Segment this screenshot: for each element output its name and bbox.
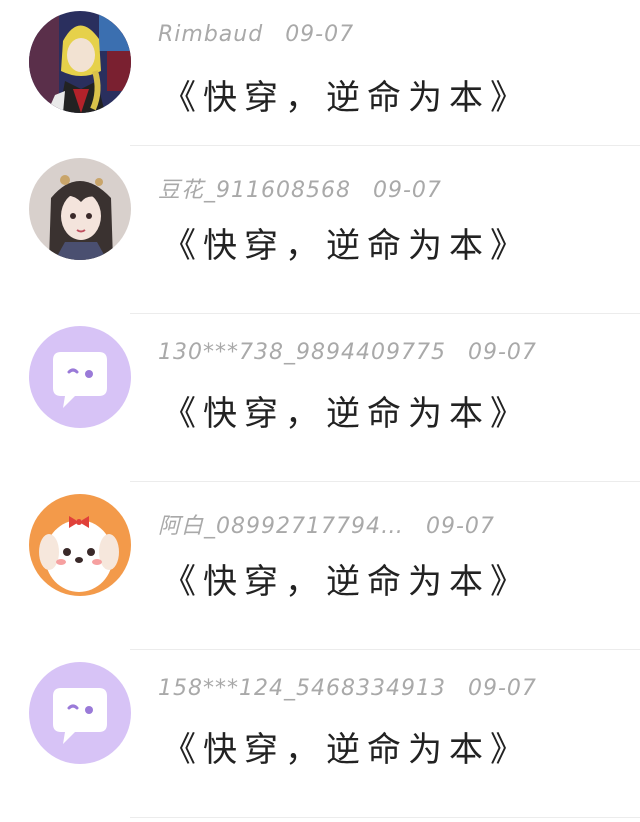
default-chat-avatar-icon — [29, 326, 131, 428]
comment-item[interactable]: 阿白_08992717794… 09-07 《快穿，逆命为本》 — [0, 482, 640, 650]
user-avatar[interactable] — [29, 662, 131, 764]
username[interactable]: 158***124_5468334913 — [158, 676, 446, 701]
comment-date: 09-07 — [425, 514, 495, 539]
user-avatar[interactable] — [29, 158, 131, 260]
user-avatar[interactable] — [29, 494, 131, 596]
username[interactable]: 阿白_08992717794… — [158, 514, 404, 539]
comment-text: 《快穿，逆命为本》 — [162, 730, 531, 770]
comment-meta: 130***738_9894409775 09-07 — [158, 340, 537, 365]
anime-girl-avatar-icon — [29, 158, 131, 260]
comment-meta: 158***124_5468334913 09-07 — [158, 676, 537, 701]
comment-item[interactable]: 豆花_911608568 09-07 《快穿，逆命为本》 — [0, 146, 640, 314]
user-avatar[interactable] — [29, 326, 131, 428]
anime-boy-avatar-icon — [29, 11, 131, 113]
comment-text: 《快穿，逆命为本》 — [162, 226, 531, 266]
comment-item[interactable]: 130***738_9894409775 09-07 《快穿，逆命为本》 — [0, 314, 640, 482]
comment-date: 09-07 — [372, 178, 442, 203]
comment-text: 《快穿，逆命为本》 — [162, 394, 531, 434]
comment-list: Rimbaud 09-07 《快穿，逆命为本》 豆花_911608568 09-07… — [0, 0, 640, 822]
comment-meta: 阿白_08992717794… 09-07 — [158, 508, 495, 540]
comment-date: 09-07 — [467, 340, 537, 365]
comment-date: 09-07 — [467, 676, 537, 701]
username[interactable]: 豆花_911608568 — [158, 178, 351, 203]
username[interactable]: 130***738_9894409775 — [158, 340, 446, 365]
comment-text: 《快穿，逆命为本》 — [162, 562, 531, 602]
default-chat-avatar-icon — [29, 662, 131, 764]
comment-item[interactable]: 158***124_5468334913 09-07 《快穿，逆命为本》 — [0, 650, 640, 818]
comment-text: 《快穿，逆命为本》 — [162, 78, 531, 118]
puppy-avatar-icon — [29, 494, 131, 596]
comment-meta: 豆花_911608568 09-07 — [158, 172, 442, 204]
comment-item[interactable]: Rimbaud 09-07 《快穿，逆命为本》 — [0, 0, 640, 146]
user-avatar[interactable] — [29, 11, 131, 113]
username[interactable]: Rimbaud — [158, 22, 263, 47]
comment-date: 09-07 — [285, 22, 355, 47]
comment-meta: Rimbaud 09-07 — [158, 22, 354, 47]
